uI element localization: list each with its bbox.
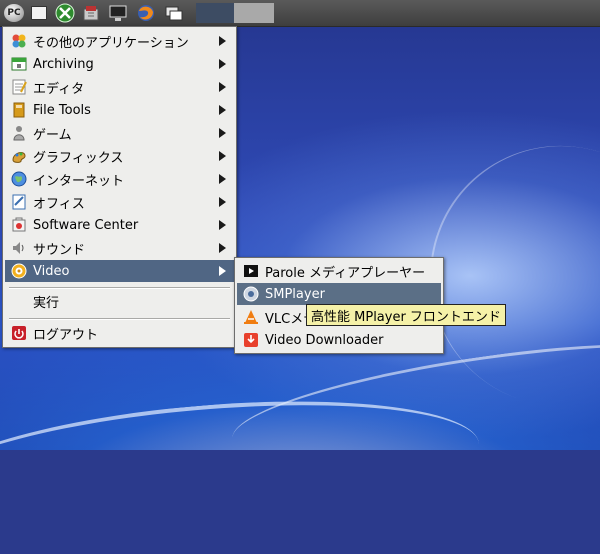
run-icon	[11, 293, 27, 309]
video-menu-item-video-downloader[interactable]: Video Downloader	[237, 329, 441, 351]
run-menu-item[interactable]: 実行	[5, 290, 234, 312]
software-center-icon	[11, 217, 27, 233]
internet-icon	[11, 171, 27, 187]
logout-icon	[11, 325, 27, 341]
menu-item-label: File Tools	[33, 102, 91, 118]
menu-item-sound[interactable]: サウンド	[5, 237, 234, 259]
menu-item-label: その他のアプリケーション	[33, 35, 189, 51]
pc-logo-icon: PC	[4, 4, 24, 22]
logout-label: ログアウト	[33, 327, 99, 343]
file-manager-icon	[83, 6, 99, 21]
menu-item-other-apps[interactable]: その他のアプリケーション	[5, 30, 234, 52]
monitor-icon	[109, 5, 127, 21]
menu-item-label: グラフィックス	[33, 150, 124, 166]
workspace-1[interactable]	[196, 3, 234, 23]
firefox-launcher[interactable]	[135, 2, 157, 24]
menu-item-editor[interactable]: エディタ	[5, 76, 234, 98]
menu-item-graphics[interactable]: グラフィックス	[5, 145, 234, 167]
applications-menu: その他のアプリケーション Archiving エディタ File Tools ゲームグラ…	[2, 26, 237, 348]
menu-item-label: Archiving	[33, 56, 94, 72]
menu-item-label: Video	[33, 263, 70, 279]
submenu-arrow-icon	[219, 220, 226, 230]
menu-item-video[interactable]: Video	[5, 260, 234, 282]
tooltip: 高性能 MPlayer フロントエンド	[306, 304, 506, 326]
menu-item-label: Parole メディアプレーヤー	[265, 265, 426, 281]
menu-item-file-tools[interactable]: File Tools	[5, 99, 234, 121]
menu-separator	[9, 287, 230, 289]
menu-item-label: サウンド	[33, 242, 86, 258]
submenu-arrow-icon	[219, 151, 226, 161]
menu-item-game[interactable]: ゲーム	[5, 122, 234, 144]
menu-item-label: インターネット	[33, 173, 125, 189]
menu-item-archive[interactable]: Archiving	[5, 53, 234, 75]
tooltip-text: 高性能 MPlayer フロントエンド	[311, 309, 501, 325]
game-icon	[11, 125, 27, 141]
file-manager-launcher[interactable]	[80, 2, 102, 24]
top-panel: PC	[0, 0, 600, 27]
submenu-arrow-icon	[219, 128, 226, 138]
main-menu-button[interactable]: PC	[3, 2, 25, 24]
video-menu-item-smplayer[interactable]: SMPlayer	[237, 283, 441, 305]
submenu-arrow-icon	[219, 243, 226, 253]
smplayer-icon	[243, 286, 259, 302]
terminal-launcher[interactable]	[107, 2, 129, 24]
workspace-2[interactable]	[234, 3, 274, 23]
menu-item-label: Software Center	[33, 217, 139, 233]
menu-item-internet[interactable]: インターネット	[5, 168, 234, 190]
office-icon	[11, 194, 27, 210]
firefox-icon	[138, 5, 154, 21]
menu-item-label: ゲーム	[33, 127, 72, 143]
archive-icon	[11, 56, 27, 72]
submenu-arrow-icon	[219, 82, 226, 92]
video-downloader-icon	[243, 332, 259, 348]
menu-item-office[interactable]: オフィス	[5, 191, 234, 213]
submenu-arrow-icon	[219, 59, 226, 69]
video-menu-item-parole[interactable]: Parole メディアプレーヤー	[237, 260, 441, 282]
window-switcher[interactable]	[163, 2, 185, 24]
menu-item-label: オフィス	[33, 196, 85, 212]
menu-item-label: SMPlayer	[265, 286, 325, 302]
submenu-arrow-icon	[219, 36, 226, 46]
editor-icon	[11, 79, 27, 95]
sound-icon	[11, 240, 27, 256]
file-tools-icon	[11, 102, 27, 118]
submenu-arrow-icon	[219, 105, 226, 115]
graphics-icon	[11, 148, 27, 164]
desktop-switch-icon	[165, 6, 183, 21]
run-label: 実行	[33, 295, 60, 311]
submenu-arrow-icon	[219, 174, 226, 184]
menu-item-label: エディタ	[33, 81, 85, 97]
vlc-icon	[243, 309, 259, 325]
menu-separator	[9, 318, 230, 320]
parole-icon	[243, 263, 259, 279]
show-desktop-button[interactable]	[28, 2, 50, 24]
folder-icon	[31, 6, 47, 20]
xfce-icon	[55, 3, 75, 23]
menu-item-software-center[interactable]: Software Center	[5, 214, 234, 236]
submenu-arrow-icon	[219, 266, 226, 276]
menu-item-label: Video Downloader	[265, 332, 384, 348]
logout-menu-item[interactable]: ログアウト	[5, 322, 234, 344]
other-apps-icon	[11, 33, 27, 49]
video-icon	[11, 263, 27, 279]
submenu-arrow-icon	[219, 197, 226, 207]
xfce-launcher[interactable]	[54, 2, 76, 24]
